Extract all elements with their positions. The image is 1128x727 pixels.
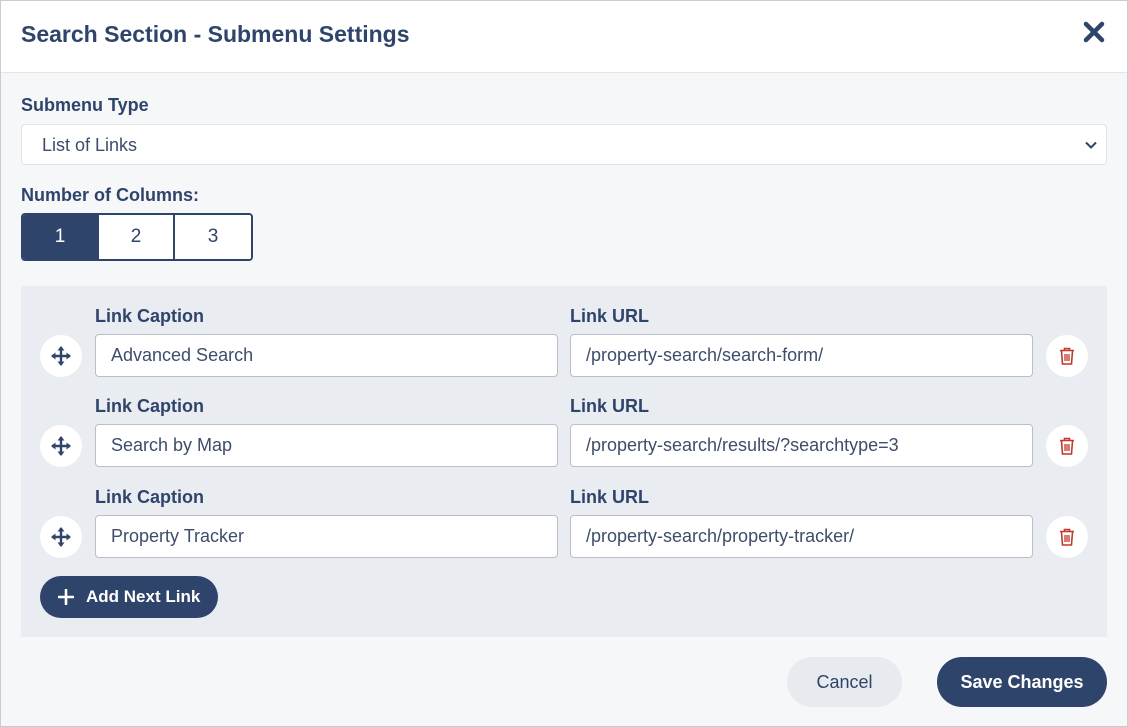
link-caption-input[interactable]: Property Tracker xyxy=(95,515,558,558)
columns-label: Number of Columns: xyxy=(21,185,199,205)
link-url-label: Link URL xyxy=(570,396,649,416)
add-next-link-label: Add Next Link xyxy=(86,587,201,606)
link-url-label: Link URL xyxy=(570,487,649,507)
cancel-button[interactable]: Cancel xyxy=(787,657,902,707)
drag-handle[interactable] xyxy=(40,425,82,467)
link-row: Link Caption Link URL Property Tracker /… xyxy=(21,467,1107,558)
link-caption-input[interactable]: Search by Map xyxy=(95,424,558,467)
links-panel: Link Caption Link URL Advanced Search /p… xyxy=(21,286,1107,637)
link-caption-label: Link Caption xyxy=(95,306,204,326)
move-icon xyxy=(51,436,71,456)
link-url-input[interactable]: /property-search/results/?searchtype=3 xyxy=(570,424,1033,467)
link-caption-input[interactable]: Advanced Search xyxy=(95,334,558,377)
columns-toggle-group: 1 2 3 xyxy=(21,213,253,261)
move-icon xyxy=(51,527,71,547)
link-caption-label: Link Caption xyxy=(95,487,204,507)
trash-icon xyxy=(1060,528,1074,546)
link-row: Link Caption Link URL Advanced Search /p… xyxy=(21,286,1107,377)
delete-link-button[interactable] xyxy=(1046,335,1088,377)
link-url-input[interactable]: /property-search/search-form/ xyxy=(570,334,1033,377)
columns-option-3[interactable]: 3 xyxy=(175,215,251,259)
close-button[interactable] xyxy=(1081,17,1107,47)
submenu-type-select[interactable]: List of Links xyxy=(21,124,1107,165)
trash-icon xyxy=(1060,437,1074,455)
delete-link-button[interactable] xyxy=(1046,425,1088,467)
close-icon xyxy=(1083,21,1105,43)
drag-handle[interactable] xyxy=(40,516,82,558)
link-caption-label: Link Caption xyxy=(95,396,204,416)
delete-link-button[interactable] xyxy=(1046,516,1088,558)
dialog-header: Search Section - Submenu Settings xyxy=(1,1,1127,73)
submenu-settings-dialog: Search Section - Submenu Settings Submen… xyxy=(0,0,1128,727)
submenu-type-label: Submenu Type xyxy=(21,95,149,115)
save-changes-button[interactable]: Save Changes xyxy=(937,657,1107,707)
columns-option-2[interactable]: 2 xyxy=(99,215,175,259)
chevron-down-icon xyxy=(1085,141,1097,149)
link-url-input[interactable]: /property-search/property-tracker/ xyxy=(570,515,1033,558)
dialog-title: Search Section - Submenu Settings xyxy=(21,21,410,47)
move-icon xyxy=(51,346,71,366)
plus-icon xyxy=(58,589,74,605)
submenu-type-value: List of Links xyxy=(42,135,138,155)
link-row: Link Caption Link URL Search by Map /pro… xyxy=(21,376,1107,467)
trash-icon xyxy=(1060,347,1074,365)
link-url-label: Link URL xyxy=(570,306,649,326)
drag-handle[interactable] xyxy=(40,335,82,377)
columns-option-1[interactable]: 1 xyxy=(23,215,99,259)
add-next-link-button[interactable]: Add Next Link xyxy=(40,576,218,618)
